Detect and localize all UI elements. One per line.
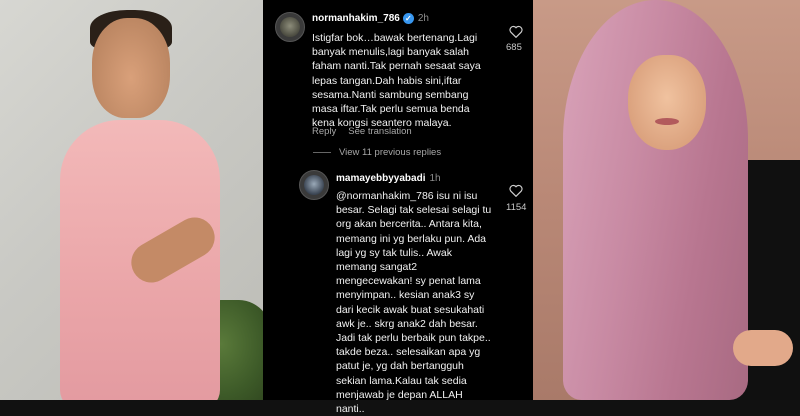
woman-hand (733, 330, 793, 366)
view-previous-replies-button[interactable]: View 11 previous replies (313, 147, 441, 158)
man-face (92, 18, 170, 118)
comment-actions: Reply See translation (312, 126, 424, 137)
woman-lips (655, 118, 679, 125)
comment-text: Istigfar bok…bawak bertenang.Lagi banyak… (312, 32, 481, 130)
see-translation-button[interactable]: See translation (348, 126, 411, 137)
reply-button[interactable]: Reply (312, 126, 336, 137)
like-count: 1154 (506, 202, 527, 213)
woman-face (628, 55, 706, 150)
view-previous-replies-label[interactable]: View 11 previous replies (339, 147, 441, 158)
comment-text: @normanhakim_786 isu ni isu besar. Selag… (336, 190, 492, 416)
comment-thread: normanhakim_786 ✓ 2h Istigfar bok…bawak be… (263, 0, 533, 415)
left-photo (0, 0, 263, 400)
divider-dash (313, 152, 331, 153)
avatar[interactable] (275, 12, 305, 42)
heart-icon[interactable] (509, 25, 523, 38)
avatar[interactable] (299, 170, 329, 200)
comment-time: 2h (417, 13, 429, 25)
heart-icon[interactable] (509, 184, 523, 197)
comment-username[interactable]: normanhakim_786 ✓ 2h (312, 13, 429, 24)
comment-username[interactable]: mamayebbyyabadi 1h (336, 173, 441, 184)
verified-badge-icon: ✓ (402, 13, 414, 24)
like-count: 685 (506, 42, 522, 53)
right-photo (533, 0, 800, 400)
comment-time: 1h (429, 173, 441, 184)
